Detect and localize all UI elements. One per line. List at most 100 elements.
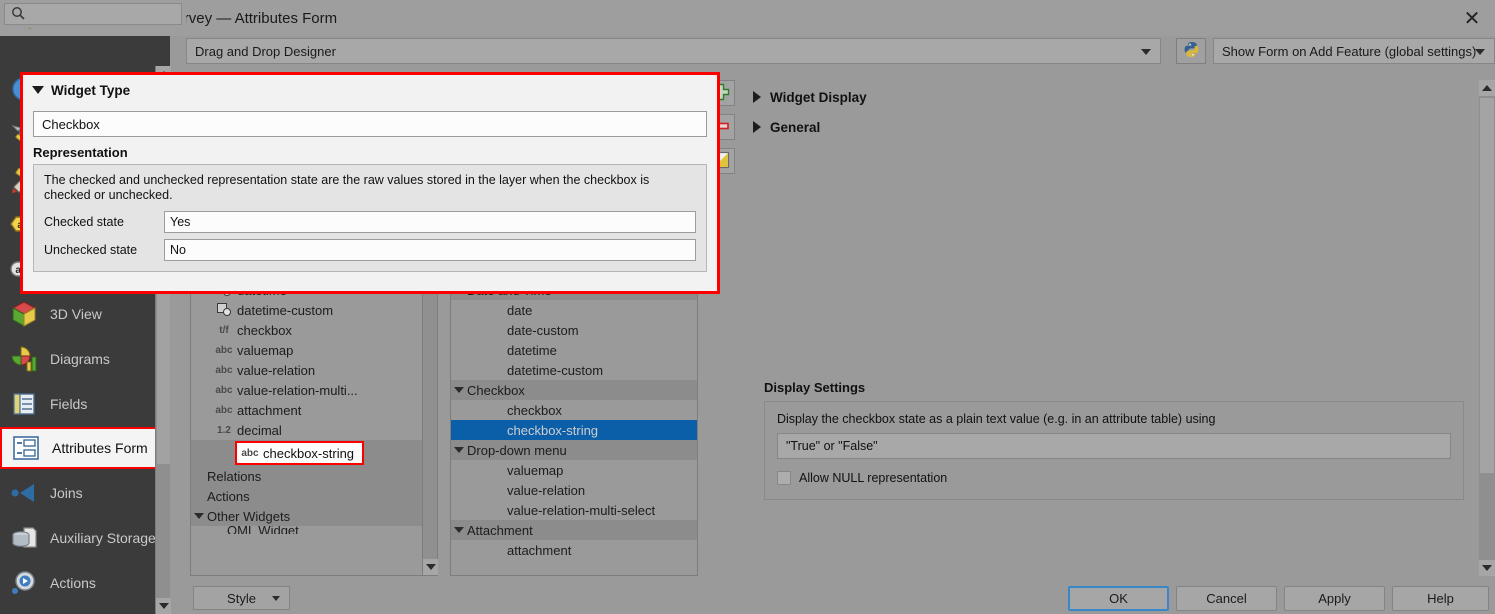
tree-group-other-widgets[interactable]: Other Widgets <box>191 506 422 526</box>
settings-scrollbar[interactable] <box>1479 80 1495 576</box>
scroll-down-icon[interactable] <box>423 559 438 575</box>
tree-group-relations[interactable]: Relations <box>191 466 422 486</box>
layout-item-checkbox[interactable]: checkbox <box>451 400 697 420</box>
tree-item-checkbox-string[interactable]: abc checkbox-string <box>235 441 365 465</box>
layout-item-label: checkbox <box>507 402 562 418</box>
chevron-down-icon[interactable] <box>191 513 207 519</box>
scroll-down-icon[interactable] <box>156 598 171 614</box>
layout-item-label: attachment <box>507 542 572 558</box>
tree-group-label: Other Widgets <box>207 508 291 524</box>
layout-item-attachment[interactable]: attachment <box>451 540 697 560</box>
layout-item-value-relation[interactable]: value-relation <box>451 480 697 500</box>
tree-item-label: valuemap <box>237 342 294 358</box>
scroll-up-icon[interactable] <box>1479 80 1495 96</box>
section-widget-type[interactable]: Widget Type <box>23 75 717 105</box>
sidebar-item-joins[interactable]: Joins <box>0 470 170 515</box>
python-icon <box>1183 41 1200 61</box>
layout-group-checkbox[interactable]: Checkbox <box>451 380 697 400</box>
display-settings-section: Display Settings Display the checkbox st… <box>764 380 1464 500</box>
chevron-down-icon[interactable] <box>451 527 467 533</box>
representation-description: The checked and unchecked representation… <box>44 173 650 202</box>
tree-item-label: datetime-custom <box>237 302 334 318</box>
tree-item-decimal[interactable]: 1.2 decimal <box>191 420 422 440</box>
allow-null-checkbox[interactable] <box>777 471 791 485</box>
tree-item-valuemap[interactable]: abc valuemap <box>191 340 422 360</box>
layout-item-valuemap[interactable]: valuemap <box>451 460 697 480</box>
style-button-label: Style <box>227 590 256 606</box>
chevron-down-icon[interactable] <box>451 387 467 393</box>
allow-null-label: Allow NULL representation <box>799 471 948 485</box>
joins-icon <box>8 477 40 509</box>
layout-item-datetime[interactable]: datetime <box>451 340 697 360</box>
layout-item-label: valuemap <box>507 462 564 478</box>
python-init-code-button[interactable] <box>1176 38 1206 64</box>
scroll-down-icon[interactable] <box>1479 560 1495 576</box>
display-settings-description: Display the checkbox state as a plain te… <box>777 412 1216 426</box>
layout-item-label: checkbox-string <box>507 422 599 438</box>
tree-item-value-relation[interactable]: abc value-relation <box>191 360 422 380</box>
section-general[interactable]: General <box>744 112 1480 142</box>
sidebar-item-fields[interactable]: Fields <box>0 381 170 426</box>
chevron-down-icon[interactable] <box>451 447 467 453</box>
widget-type-combo[interactable]: Checkbox <box>33 111 707 137</box>
sidebar-item-actions[interactable]: Actions <box>0 560 170 605</box>
widget-type-value: Checkbox <box>42 116 100 132</box>
tree-item-label: QML Widget <box>227 526 299 534</box>
tree-item-attachment[interactable]: abc attachment <box>191 400 422 420</box>
layout-item-checkbox-string[interactable]: checkbox-string <box>451 420 697 440</box>
text-field-icon: abc <box>215 384 233 396</box>
scrollbar-thumb[interactable] <box>1480 98 1494 473</box>
unchecked-state-input[interactable] <box>164 239 696 261</box>
help-button[interactable]: Help <box>1392 586 1489 611</box>
sidebar-item-attributes-form[interactable]: Attributes Form <box>0 427 166 469</box>
style-button[interactable]: Style <box>193 586 290 610</box>
display-settings-box: Display the checkbox state as a plain te… <box>764 401 1464 500</box>
search-box[interactable] <box>4 3 182 25</box>
sidebar-item-label: Auxiliary Storage <box>50 529 156 546</box>
sidebar-item-auxiliary-storage[interactable]: Auxiliary Storage <box>0 515 170 560</box>
tree-group-label: Actions <box>207 488 250 504</box>
designer-mode-combo[interactable]: Drag and Drop Designer <box>186 38 1161 64</box>
layout-item-date-custom[interactable]: date-custom <box>451 320 697 340</box>
section-widget-display[interactable]: Widget Display <box>744 82 1480 112</box>
tree-item-checkbox[interactable]: t/f checkbox <box>191 320 422 340</box>
checked-state-input[interactable] <box>164 211 696 233</box>
text-field-icon: abc <box>215 344 233 356</box>
datetime-icon <box>211 302 237 318</box>
layout-item-label: value-relation-multi-select <box>507 502 656 518</box>
sidebar-item-3d-view[interactable]: 3D View <box>0 291 170 336</box>
section-label: General <box>770 119 821 135</box>
section-label: Widget Display <box>770 89 867 105</box>
show-form-combo[interactable]: Show Form on Add Feature (global setting… <box>1213 38 1495 64</box>
tree-item-label: attachment <box>237 402 302 418</box>
close-icon[interactable]: ✕ <box>1449 0 1495 36</box>
designer-toolbar: Drag and Drop Designer Show Form on Add … <box>186 38 1495 66</box>
tree-item-datetime-custom[interactable]: datetime-custom <box>191 300 422 320</box>
layout-item-label: datetime <box>507 342 557 358</box>
apply-button[interactable]: Apply <box>1284 586 1385 611</box>
cancel-button[interactable]: Cancel <box>1176 586 1277 611</box>
checked-state-label: Checked state <box>44 215 124 229</box>
layout-item-value-relation-multi-select[interactable]: value-relation-multi-select <box>451 500 697 520</box>
ok-button[interactable]: OK <box>1068 586 1169 611</box>
sidebar-item-label: Fields <box>50 395 88 412</box>
search-input[interactable] <box>30 6 181 22</box>
auxiliary-storage-icon <box>8 522 40 554</box>
actions-icon <box>8 567 40 599</box>
display-format-combo[interactable]: "True" or "False" <box>777 433 1451 459</box>
tree-item-label: value-relation-multi... <box>237 382 358 398</box>
title-bar: Layer Properties - Survey — Attributes F… <box>0 0 1495 36</box>
search-container <box>0 0 186 28</box>
tree-item-qml-widget[interactable]: QML Widget <box>191 526 422 534</box>
widget-settings-panel: Widget Display General <box>744 78 1480 576</box>
tree-group-actions[interactable]: Actions <box>191 486 422 506</box>
layout-item-date[interactable]: date <box>451 300 697 320</box>
fields-icon <box>8 388 40 420</box>
allow-null-checkbox-row[interactable]: Allow NULL representation <box>777 471 1451 485</box>
layout-group-label: Drop-down menu <box>467 442 567 458</box>
layout-group-drop-down-menu[interactable]: Drop-down menu <box>451 440 697 460</box>
sidebar-item-diagrams[interactable]: Diagrams <box>0 336 170 381</box>
tree-item-value-relation-multi[interactable]: abc value-relation-multi... <box>191 380 422 400</box>
layout-item-datetime-custom[interactable]: datetime-custom <box>451 360 697 380</box>
layout-group-attachment[interactable]: Attachment <box>451 520 697 540</box>
